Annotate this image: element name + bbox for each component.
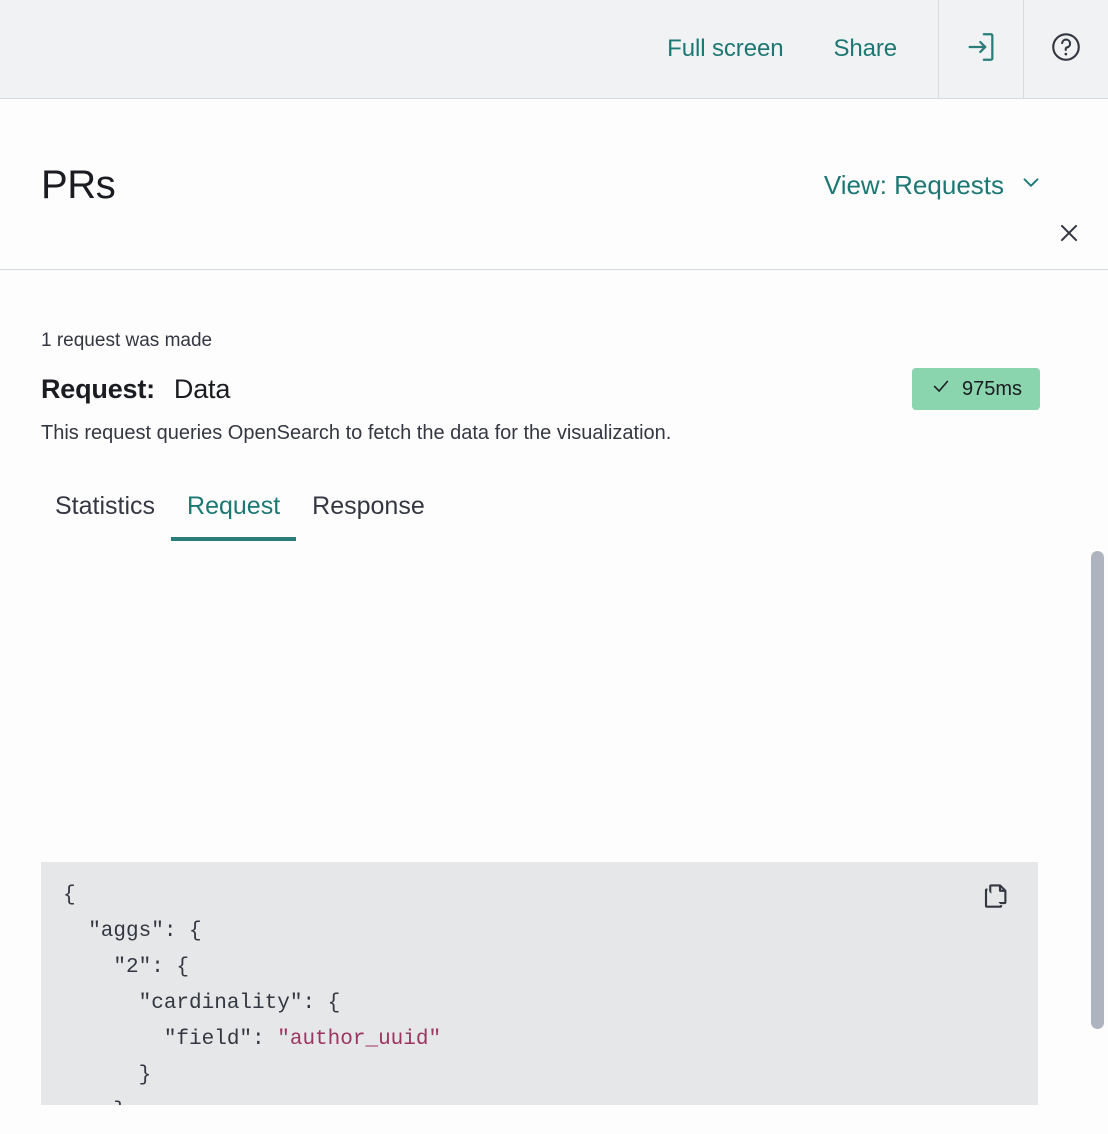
sign-in-button[interactable] xyxy=(939,0,1023,99)
flyout-body: 1 request was made Request: Data 975ms T… xyxy=(0,270,1108,1133)
full-screen-button[interactable]: Full screen xyxy=(667,35,783,63)
tab-response[interactable]: Response xyxy=(296,492,441,541)
share-button[interactable]: Share xyxy=(833,35,897,63)
copy-icon xyxy=(981,881,1011,916)
chevron-down-icon xyxy=(1018,169,1044,202)
close-icon xyxy=(1056,220,1082,251)
close-flyout-button[interactable] xyxy=(1055,221,1083,249)
application-top-bar: Full screen Share xyxy=(0,0,1108,99)
question-circle-icon xyxy=(1049,30,1083,69)
flyout-scrollbar[interactable] xyxy=(1086,441,1108,1133)
copy-to-clipboard-button[interactable] xyxy=(978,880,1014,916)
request-name: Data xyxy=(173,373,231,404)
request-detail-tabs: Statistics Request Response xyxy=(41,492,441,541)
page-title: PRs xyxy=(41,163,116,207)
tab-statistics[interactable]: Statistics xyxy=(41,492,171,541)
tab-request[interactable]: Request xyxy=(171,492,297,541)
flyout-header: PRs View: Requests xyxy=(0,99,1108,270)
request-heading-row: Request: Data 975ms xyxy=(41,360,1040,418)
request-json-code[interactable]: { "aggs": { "2": { "cardinality": { "fie… xyxy=(41,862,1038,1105)
sign-in-icon xyxy=(964,30,998,69)
help-button[interactable] xyxy=(1024,0,1108,99)
request-details-flyout: PRs View: Requests 1 request was made Re… xyxy=(0,99,1108,1134)
request-description: This request queries OpenSearch to fetch… xyxy=(41,422,672,444)
request-code-panel: { "aggs": { "2": { "cardinality": { "fie… xyxy=(41,862,1038,1105)
view-selector-button[interactable]: View: Requests xyxy=(824,169,1044,202)
request-label: Request: xyxy=(41,373,155,404)
check-icon xyxy=(930,375,952,403)
flyout-scrollbar-thumb[interactable] xyxy=(1091,551,1104,1029)
view-selector-label: View: Requests xyxy=(823,170,1004,200)
status-badge: 975ms xyxy=(911,368,1040,410)
duration-text: 975ms xyxy=(961,377,1022,400)
request-count-text: 1 request was made xyxy=(41,330,213,351)
